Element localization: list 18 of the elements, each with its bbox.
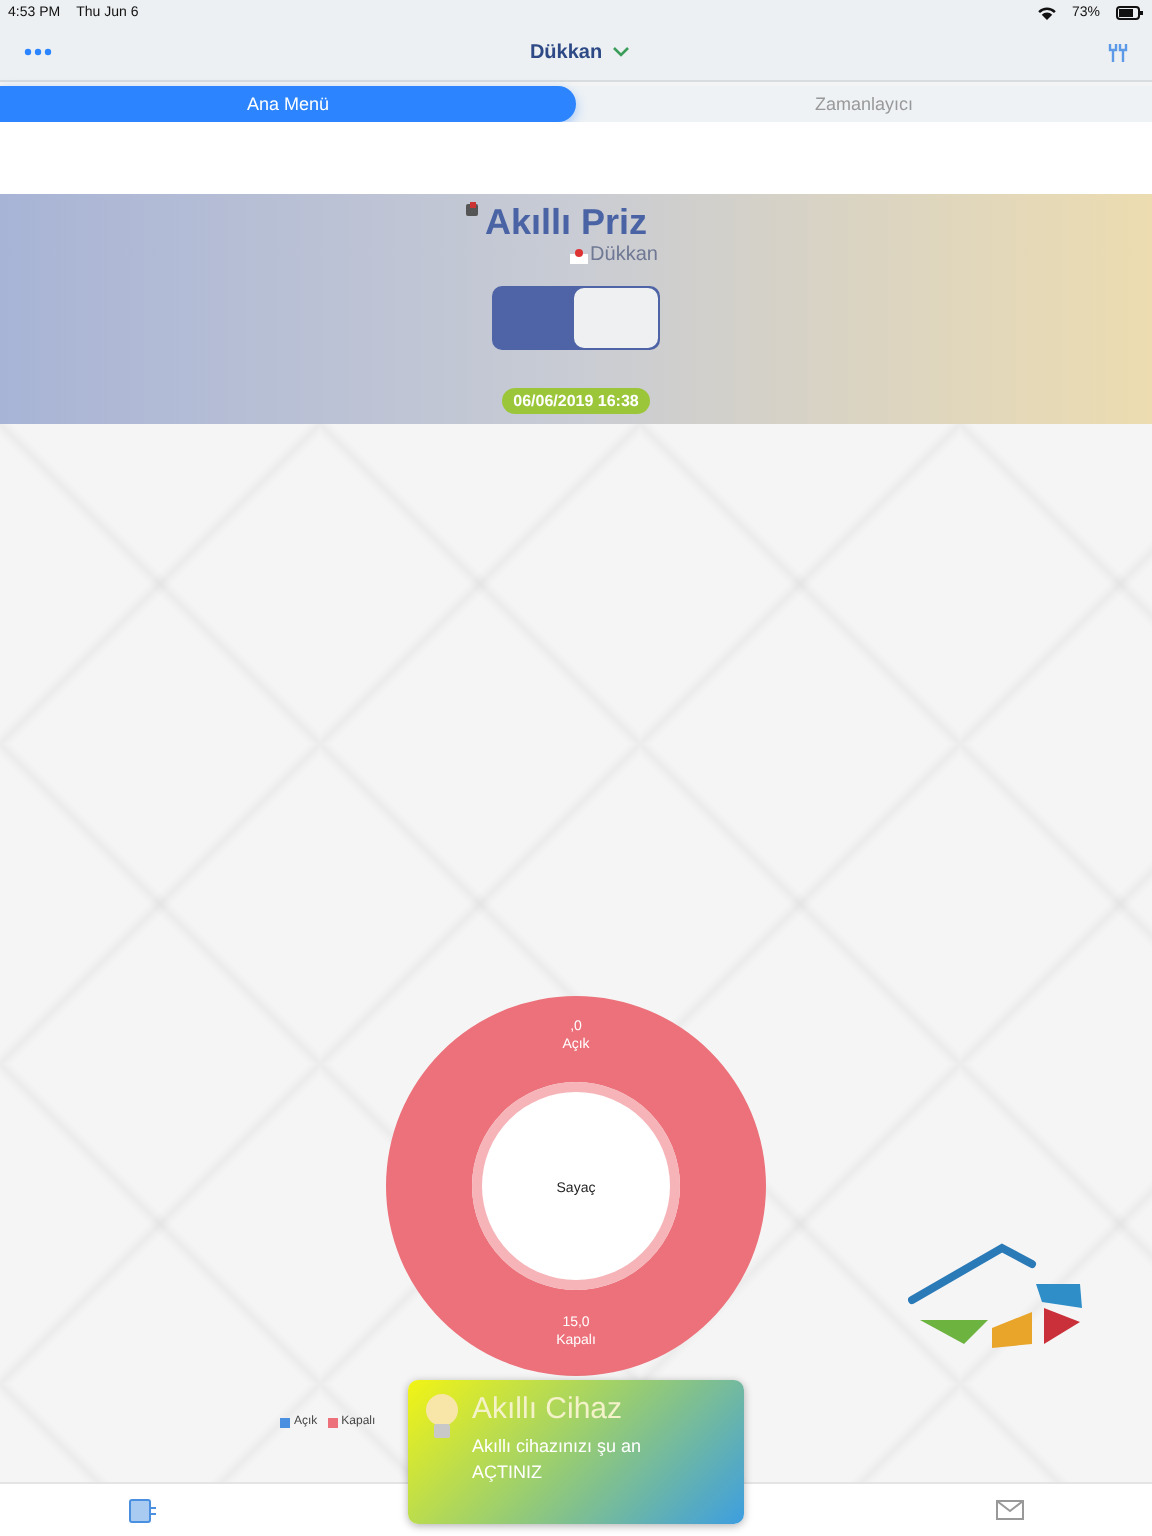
tab[interactable]: Ana Menü [0, 86, 576, 122]
lightbulb-icon [424, 1392, 460, 1444]
device-icon [464, 202, 481, 218]
power-switch[interactable] [492, 286, 660, 350]
battery-icon [1116, 5, 1144, 19]
location-icon [570, 247, 589, 263]
report-icon[interactable] [128, 1497, 160, 1523]
mail-icon[interactable] [996, 1500, 1024, 1520]
timestamp-badge: 06/06/2019 16:38 [501, 388, 651, 414]
device-location: Dükkan [590, 244, 658, 266]
device-name: Akıllı Priz [484, 202, 648, 244]
toast-message: Akıllı cihazınızı şu an AÇTINIZ [472, 1434, 644, 1485]
more-icon[interactable] [24, 48, 52, 56]
chevron-down-icon[interactable] [612, 46, 631, 58]
wifi-icon [1037, 5, 1056, 19]
tab[interactable]: Zamanlayıcı [576, 86, 1152, 122]
nav-title[interactable]: Dükkan [529, 41, 603, 63]
toast-title: Akıllı Cihaz [472, 1392, 625, 1426]
